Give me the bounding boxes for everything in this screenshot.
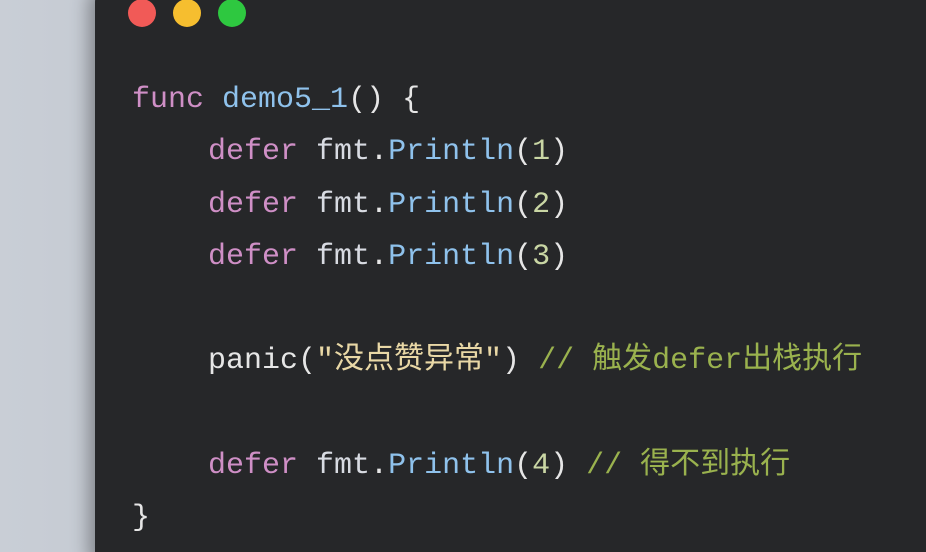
package-name: fmt [316,449,371,484]
dot: . [370,239,389,274]
argument: 1 [532,135,551,170]
argument: 2 [532,187,551,222]
minimize-button[interactable] [173,0,201,27]
code-line-defer-2: defer fmt.Println(2) [132,179,862,231]
closing-brace: } [132,501,151,536]
paren-open: ( [514,239,533,274]
code-block: func demo5_1() {defer fmt.Println(1) defe… [132,74,862,545]
code-line-func: func demo5_1() { [132,74,862,126]
method-name: Println [388,449,515,484]
code-line-defer-1: defer fmt.Println(1) [132,126,862,178]
paren-open: ( [514,449,533,484]
keyword-defer: defer [208,449,299,484]
signature-rest: () { [348,83,421,117]
code-line-defer-4: defer fmt.Println(4) // 得不到执行 [132,440,862,492]
string-literal: "没点赞异常" [316,344,503,379]
package-name: fmt [316,187,371,222]
code-line-panic: panic("没点赞异常") // 触发defer出栈执行 [132,335,862,387]
traffic-lights [128,0,246,27]
argument: 4 [532,449,551,484]
dot: . [370,135,389,170]
keyword-defer: defer [208,239,299,274]
code-line-defer-3: defer fmt.Println(3) [132,231,862,283]
code-comment: // 得不到执行 [586,449,791,484]
code-comment: // 触发defer出栈执行 [538,344,863,379]
zoom-button[interactable] [218,0,246,27]
paren-open: ( [298,344,317,379]
method-name: Println [388,187,515,222]
code-window: func demo5_1() {defer fmt.Println(1) defe… [95,0,926,552]
paren-close: ) [550,135,569,170]
close-button[interactable] [128,0,156,27]
paren-open: ( [514,187,533,222]
paren-close: ) [502,344,521,379]
method-name: Println [388,239,515,274]
function-name: demo5_1 [222,83,349,117]
paren-close: ) [550,449,569,484]
code-line-close-brace: } [132,492,862,544]
keyword-defer: defer [208,135,299,170]
keyword-func: func [132,83,205,117]
paren-close: ) [550,239,569,274]
paren-close: ) [550,187,569,222]
package-name: fmt [316,135,371,170]
argument: 3 [532,239,551,274]
paren-open: ( [514,135,533,170]
keyword-defer: defer [208,187,299,222]
dot: . [370,187,389,222]
package-name: fmt [316,239,371,274]
panic-call: panic [208,344,299,379]
method-name: Println [388,135,515,170]
dot: . [370,449,389,484]
